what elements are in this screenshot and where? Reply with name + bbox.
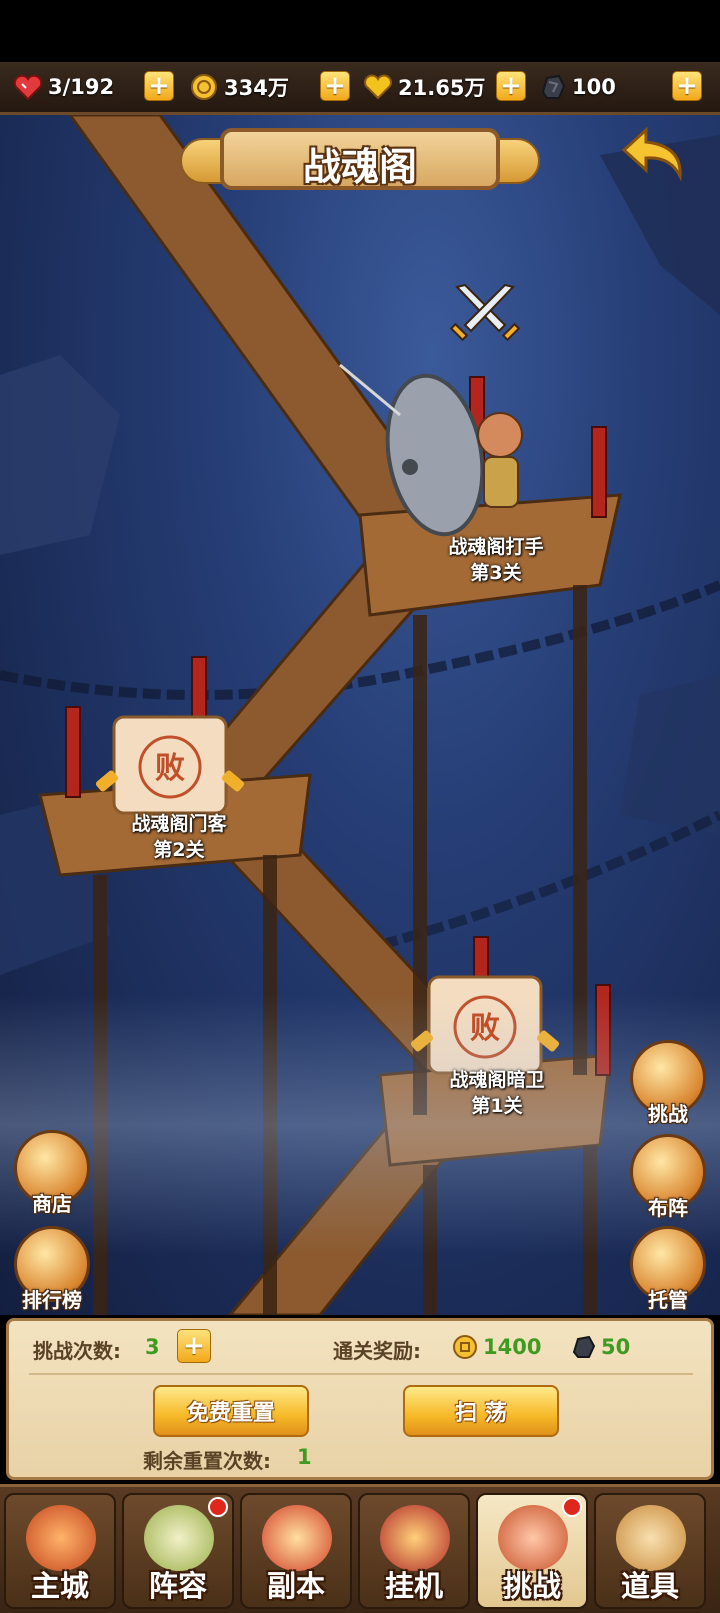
resource-bar: 3/192 + 334万 + 21.65万 + 100 + bbox=[0, 62, 720, 115]
heart-icon bbox=[12, 71, 44, 103]
tab-label: 阵容 bbox=[148, 1569, 207, 1603]
coins-value: 334万 bbox=[224, 76, 289, 100]
sweep-button[interactable]: 扫 荡 bbox=[403, 1385, 559, 1437]
add-challenge-button[interactable]: + bbox=[177, 1329, 211, 1363]
shop-label: 商店 bbox=[32, 1192, 72, 1216]
ore-icon bbox=[569, 1333, 597, 1365]
tab-label: 道具 bbox=[620, 1569, 679, 1603]
stage-name: 战魂阁暗卫 bbox=[449, 1069, 545, 1091]
tab-items[interactable]: 道具 bbox=[594, 1493, 706, 1609]
formation-label: 布阵 bbox=[648, 1196, 688, 1220]
challenge-panel: 挑战次数: 3 + 通关奖励: 1400 50 免费重置 扫 荡 剩余重置次数:… bbox=[6, 1318, 714, 1480]
stage-name: 战魂阁门客 bbox=[131, 813, 227, 835]
ranking-label: 排行榜 bbox=[22, 1288, 82, 1312]
stage-1-label: 战魂阁暗卫 第1关 bbox=[397, 1067, 597, 1119]
stamina-value: 3/192 bbox=[48, 75, 115, 99]
title-banner: 战魂阁 bbox=[180, 120, 540, 198]
stage-3-label: 战魂阁打手 第3关 bbox=[396, 534, 596, 586]
tower-scene: 败 败 战魂阁打手 第3关 战魂阁门客 第2关 战魂阁暗卫 第1关 bbox=[0, 115, 720, 1315]
fog-layer bbox=[0, 995, 720, 1255]
challenge-side-button[interactable]: 挑战 bbox=[626, 1040, 710, 1126]
tab-lineup[interactable]: 阵容 bbox=[122, 1493, 234, 1609]
free-reset-button[interactable]: 免费重置 bbox=[153, 1385, 309, 1437]
palace-icon bbox=[26, 1505, 96, 1571]
ore-icon bbox=[536, 71, 568, 103]
reward-ore-value: 50 bbox=[601, 1335, 631, 1359]
reward-coins-value: 1400 bbox=[483, 1335, 542, 1359]
system-status-bar bbox=[0, 0, 720, 62]
notification-dot bbox=[562, 1497, 582, 1517]
notification-dot bbox=[208, 1497, 228, 1517]
gold-heart-icon bbox=[362, 71, 394, 103]
panel-divider bbox=[29, 1373, 693, 1375]
stage-2-label: 战魂阁门客 第2关 bbox=[79, 811, 279, 863]
remaining-reset-label: 剩余重置次数: bbox=[143, 1449, 271, 1473]
tab-label: 主城 bbox=[30, 1569, 89, 1603]
tab-dungeon[interactable]: 副本 bbox=[240, 1493, 352, 1609]
tab-challenge[interactable]: 挑战 bbox=[476, 1493, 588, 1609]
formation-button[interactable]: 布阵 bbox=[626, 1134, 710, 1220]
auto-manage-button[interactable]: 托管 bbox=[626, 1226, 710, 1312]
gems-resource: 21.65万 bbox=[362, 70, 485, 104]
ore-value: 100 bbox=[572, 75, 616, 99]
scroll-items-icon bbox=[616, 1505, 686, 1571]
back-arrow-icon bbox=[621, 126, 682, 182]
add-stamina-button[interactable]: + bbox=[144, 71, 174, 101]
tab-main-city[interactable]: 主城 bbox=[4, 1493, 116, 1609]
challenge-count-value: 3 bbox=[145, 1335, 160, 1359]
treasure-bag-icon bbox=[380, 1505, 450, 1571]
ranking-button[interactable]: 排行榜 bbox=[10, 1226, 94, 1312]
add-ore-button[interactable]: + bbox=[672, 71, 702, 101]
stage-level: 第2关 bbox=[153, 839, 205, 861]
dungeon-icon bbox=[262, 1505, 332, 1571]
challenge-side-label: 挑战 bbox=[648, 1102, 688, 1126]
tab-label: 挑战 bbox=[502, 1569, 561, 1603]
coin-icon bbox=[451, 1333, 479, 1365]
add-gems-button[interactable]: + bbox=[496, 71, 526, 101]
coin-icon bbox=[188, 71, 220, 103]
stamina-resource: 3/192 bbox=[12, 70, 114, 104]
auto-manage-label: 托管 bbox=[648, 1288, 688, 1312]
back-button[interactable] bbox=[620, 126, 690, 184]
shop-button[interactable]: 商店 bbox=[10, 1130, 94, 1216]
gems-value: 21.65万 bbox=[398, 76, 486, 100]
martial-scroll-icon bbox=[144, 1505, 214, 1571]
page-title: 战魂阁 bbox=[302, 145, 417, 189]
bottom-nav: 主城 阵容 副本 挂机 挑战 道具 bbox=[0, 1484, 720, 1613]
ore-resource: 100 bbox=[536, 70, 616, 104]
stage-level: 第1关 bbox=[471, 1095, 523, 1117]
remaining-reset-value: 1 bbox=[297, 1445, 312, 1469]
duel-icon bbox=[498, 1505, 568, 1571]
tab-label: 挂机 bbox=[384, 1569, 443, 1603]
stage-name: 战魂阁打手 bbox=[448, 536, 544, 558]
challenge-count-label: 挑战次数: bbox=[33, 1339, 121, 1363]
tab-idle[interactable]: 挂机 bbox=[358, 1493, 470, 1609]
reward-label: 通关奖励: bbox=[333, 1339, 421, 1363]
coins-resource: 334万 bbox=[188, 70, 289, 104]
add-coins-button[interactable]: + bbox=[320, 71, 350, 101]
tab-label: 副本 bbox=[266, 1569, 325, 1603]
stage-level: 第3关 bbox=[470, 562, 522, 584]
